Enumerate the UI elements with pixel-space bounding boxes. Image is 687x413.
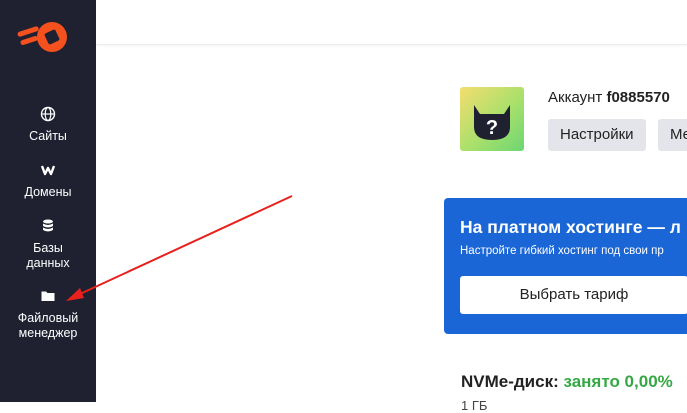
settings-button[interactable]: Настройки xyxy=(548,119,646,151)
database-icon xyxy=(43,219,53,232)
sidebar-item-label: Сайты xyxy=(29,129,67,143)
sidebar-item-domains[interactable]: Домены xyxy=(0,162,96,200)
disk-used-value: занято 0,00% xyxy=(563,372,673,391)
choose-plan-button[interactable]: Выбрать тариф xyxy=(460,276,687,314)
sidebar-item-databases[interactable]: Базы данных xyxy=(0,218,96,271)
nvme-disk-usage: NVMe-диск: занято 0,00% xyxy=(461,372,673,391)
account-name: Аккаунт f0885570 xyxy=(548,89,670,106)
globe-icon xyxy=(40,106,56,122)
second-account-button[interactable]: Ме xyxy=(658,119,687,151)
disk-sub-value: 1 ГБ xyxy=(461,398,488,413)
svg-text:?: ? xyxy=(486,117,498,139)
sidebar-item-sites[interactable]: Сайты xyxy=(0,106,96,144)
sidebar-item-label: Базы данных xyxy=(26,241,70,270)
cat-avatar-icon: ? xyxy=(474,105,510,140)
promo-subtitle: Настройте гибкий хостинг под свои пр xyxy=(460,245,664,257)
logo-icon[interactable] xyxy=(14,16,68,58)
account-id: f0885570 xyxy=(606,89,670,106)
sidebar-item-file-manager[interactable]: Файловый менеджер xyxy=(0,288,96,341)
folder-icon xyxy=(41,291,55,301)
avatar[interactable]: ? xyxy=(460,87,524,151)
promo-title: На платном хостинге — л xyxy=(460,217,681,237)
sidebar-item-label: Файловый менеджер xyxy=(17,311,79,340)
sidebar-item-label: Домены xyxy=(24,185,72,199)
domain-w-icon xyxy=(40,165,56,176)
sidebar: Сайты Домены Базы данных Файловый менедж… xyxy=(0,0,96,402)
paid-hosting-promo: На платном хостинге — л Настройте гибкий… xyxy=(444,198,687,334)
top-bar xyxy=(96,0,687,45)
